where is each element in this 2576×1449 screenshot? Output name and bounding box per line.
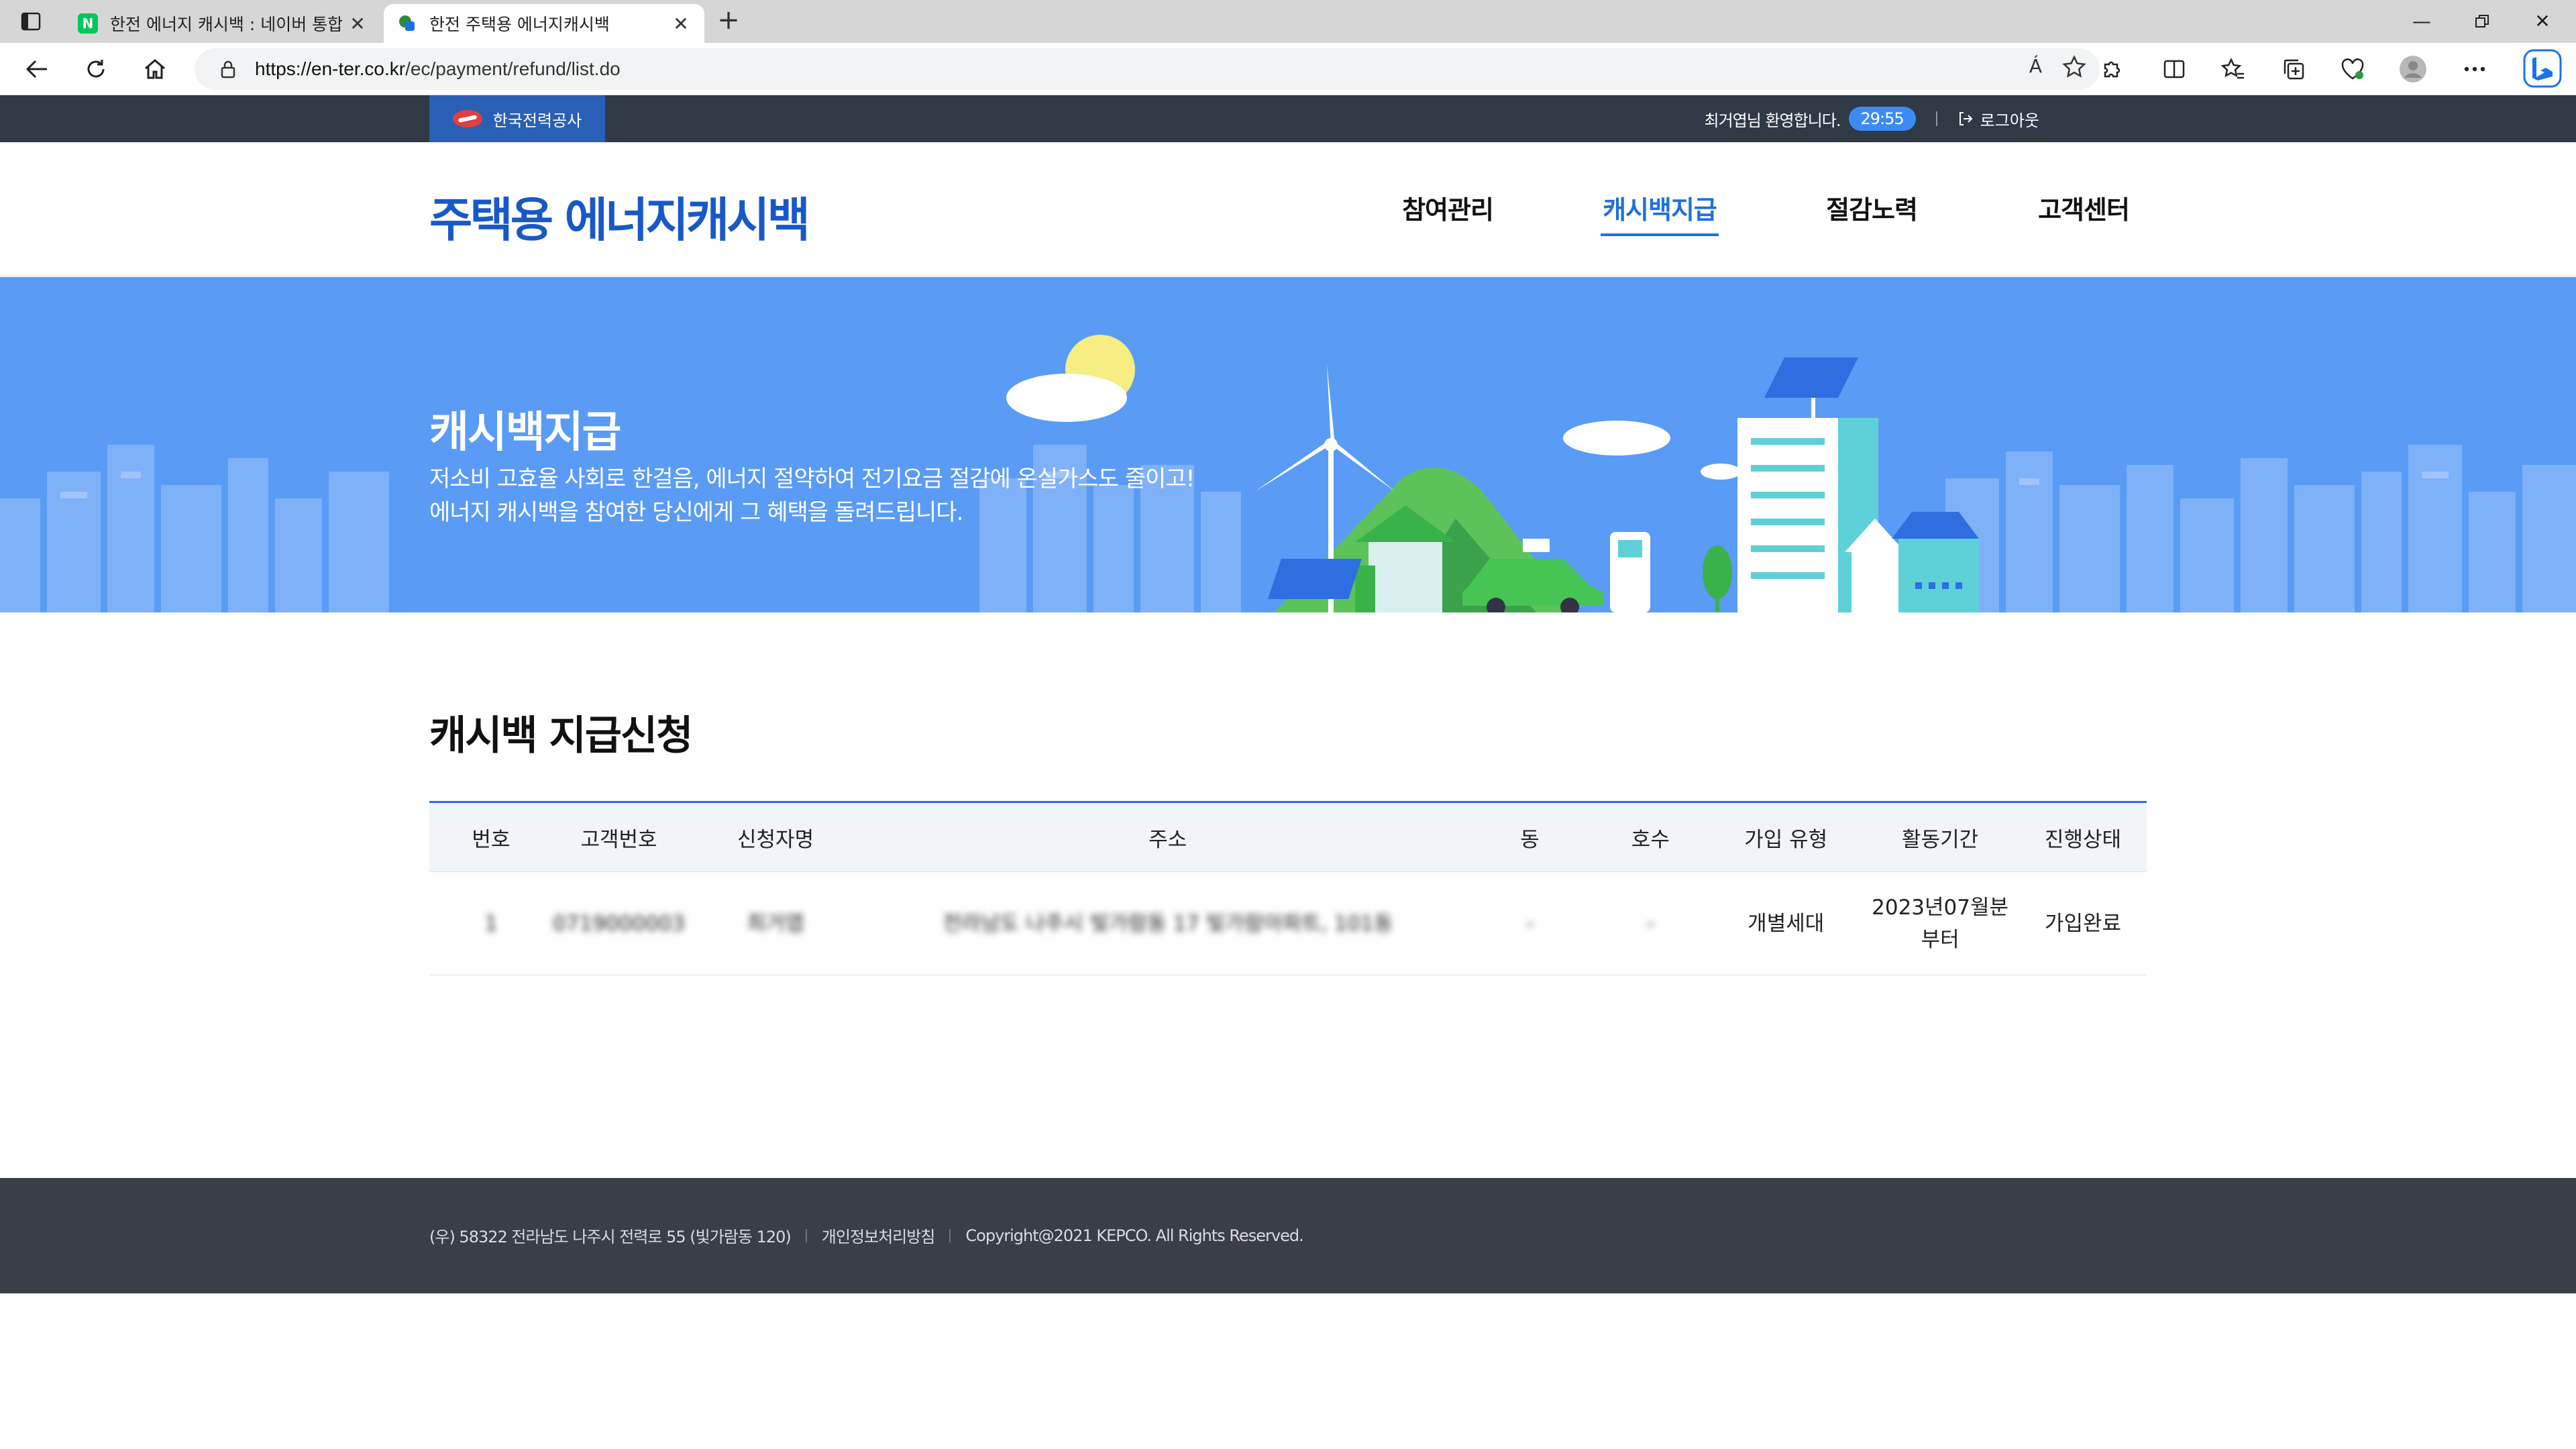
col-applicant-name: 신청자명 [685, 802, 866, 872]
nav-saving-effort[interactable]: 절감노력 [1766, 189, 1978, 226]
tab-close-icon[interactable]: ✕ [671, 13, 691, 35]
browser-tab-bar: N 한전 에너지 캐시백 : 네이버 통합 ✕ 한전 주택용 에너지캐시백 ✕ … [0, 0, 2576, 43]
url-text: https://en-ter.co.kr/ec/payment/refund/l… [255, 58, 621, 79]
col-customer-number: 고객번호 [552, 802, 686, 872]
favorites-button[interactable] [2218, 54, 2249, 85]
split-screen-icon [2163, 60, 2185, 78]
cell-applicant-name: 최거엽 [685, 871, 866, 975]
tab-actions-button[interactable] [16, 8, 46, 35]
divider [805, 1228, 807, 1242]
kepco-link[interactable]: 한국전력공사 [429, 95, 605, 142]
cell-building: - [1469, 871, 1591, 975]
tab-title: 한전 주택용 에너지캐시백 [429, 15, 610, 34]
back-arrow-icon [25, 60, 47, 78]
split-screen-button[interactable] [2159, 54, 2190, 85]
refund-list-table: 번호 고객번호 신청자명 주소 동 호수 가입 유형 활동기간 진행상태 1 0… [429, 801, 2147, 975]
hero-description: 저소비 고효율 사회로 한걸음, 에너지 절약하여 전기요금 절감에 온실가스도… [429, 466, 1195, 526]
hero-title: 캐시백지급 [429, 408, 621, 458]
col-address: 주소 [865, 802, 1470, 872]
profile-button[interactable] [2398, 54, 2428, 85]
tab-title: 한전 에너지 캐시백 : 네이버 통합 [110, 15, 343, 34]
privacy-policy-link[interactable]: 개인정보처리방침 [822, 1224, 936, 1247]
browser-address-bar: https://en-ter.co.kr/ec/payment/refund/l… [0, 43, 2576, 95]
col-number: 번호 [429, 802, 553, 872]
browser-essentials-button[interactable] [2337, 54, 2368, 85]
table-row[interactable]: 1 0719000003 최거엽 전라남도 나주시 빛가람동 17 빛가람아파트… [429, 871, 2147, 975]
kepco-name: 한국전력공사 [492, 111, 582, 130]
page-title: 캐시백 지급신청 [429, 712, 693, 759]
refresh-icon [87, 60, 105, 78]
heart-pulse-icon [2341, 58, 2364, 80]
bing-copilot-button[interactable] [2522, 48, 2563, 89]
minimize-icon[interactable]: — [2402, 7, 2442, 36]
nav-participation[interactable]: 참여관리 [1342, 189, 1554, 226]
city-illustration [0, 335, 2576, 612]
footer-copyright: Copyright@2021 KEPCO. All Rights Reserve… [965, 1226, 1303, 1245]
footer-address: (우) 58322 전라남도 나주시 전력로 55 (빛가람동 120) [429, 1228, 792, 1246]
bing-icon [2523, 49, 2562, 88]
favorite-star-icon[interactable] [2062, 55, 2086, 79]
close-window-icon[interactable]: ✕ [2522, 7, 2563, 36]
home-icon [145, 59, 165, 79]
kepco-logo-icon [452, 110, 482, 127]
read-aloud-icon[interactable]: Á [2029, 55, 2042, 79]
more-menu-button[interactable] [2459, 54, 2490, 85]
home-button[interactable] [140, 54, 170, 85]
tab-naver-search[interactable]: N 한전 에너지 캐시백 : 네이버 통합 ✕ [64, 4, 381, 43]
cell-unit: - [1590, 871, 1711, 975]
url-field[interactable]: https://en-ter.co.kr/ec/payment/refund/l… [195, 48, 2100, 90]
col-building: 동 [1469, 802, 1591, 872]
new-tab-button[interactable]: + [714, 7, 743, 36]
session-timer[interactable]: 29:55 [1848, 107, 1916, 131]
tab-close-icon[interactable]: ✕ [347, 13, 368, 35]
site-favicon-icon [397, 13, 417, 34]
logout-icon [1959, 112, 1973, 125]
footer-info: (우) 58322 전라남도 나주시 전력로 55 (빛가람동 120) 개인정… [429, 1224, 1304, 1247]
cell-customer-number: 0719000003 [552, 871, 686, 975]
extensions-button[interactable] [2096, 54, 2127, 85]
col-join-type: 가입 유형 [1711, 802, 1862, 872]
more-dots-icon [2464, 66, 2485, 72]
user-session: 최거엽님 환영합니다. 29:55 로그아웃 [1705, 95, 2039, 142]
back-button[interactable] [21, 54, 52, 85]
collections-icon [2284, 59, 2304, 80]
site-footer: (우) 58322 전라남도 나주시 전력로 55 (빛가람동 120) 개인정… [0, 1178, 2576, 1293]
collections-button[interactable] [2278, 54, 2309, 85]
main-nav: 참여관리 캐시백지급 절감노력 고객센터 [1342, 189, 2190, 236]
col-activity-period: 활동기간 [1861, 802, 2020, 872]
nav-cashback-payment[interactable]: 캐시백지급 [1554, 189, 1766, 236]
cell-join-type: 개별세대 [1711, 871, 1862, 975]
refresh-button[interactable] [80, 54, 111, 85]
site-logo[interactable]: 주택용 에너지캐시백 [429, 182, 810, 250]
nav-customer-center[interactable]: 고객센터 [1978, 189, 2190, 226]
welcome-message: 최거엽님 환영합니다. [1704, 111, 1841, 130]
col-status: 진행상태 [2019, 802, 2147, 872]
favorites-icon [2221, 58, 2244, 79]
table-header-row: 번호 고객번호 신청자명 주소 동 호수 가입 유형 활동기간 진행상태 [429, 802, 2147, 872]
tab-energy-cashback[interactable]: 한전 주택용 에너지캐시백 ✕ [384, 4, 704, 43]
site-header: 주택용 에너지캐시백 참여관리 캐시백지급 절감노력 고객센터 [0, 142, 2576, 276]
col-unit: 호수 [1590, 802, 1711, 872]
hero-banner: 캐시백지급 저소비 고효율 사회로 한걸음, 에너지 절약하여 전기요금 절감에… [0, 277, 2576, 612]
site-util-bar: 한국전력공사 최거엽님 환영합니다. 29:55 로그아웃 [0, 95, 2576, 142]
profile-avatar-icon [2400, 56, 2426, 83]
restore-icon[interactable] [2462, 7, 2502, 36]
cell-activity-period: 2023년07월분 부터 [1861, 871, 2020, 975]
lock-icon[interactable] [215, 56, 241, 83]
tab-actions-icon [21, 12, 41, 31]
divider [949, 1228, 951, 1242]
extensions-icon [2104, 61, 2121, 78]
divider [1935, 111, 1937, 126]
logout-link[interactable]: 로그아웃 [1957, 107, 2039, 131]
naver-favicon-icon: N [78, 13, 98, 34]
cell-number: 1 [429, 871, 553, 975]
cell-status: 가입완료 [2019, 871, 2147, 975]
cell-address: 전라남도 나주시 빛가람동 17 빛가람아파트, 101동 [865, 871, 1470, 975]
